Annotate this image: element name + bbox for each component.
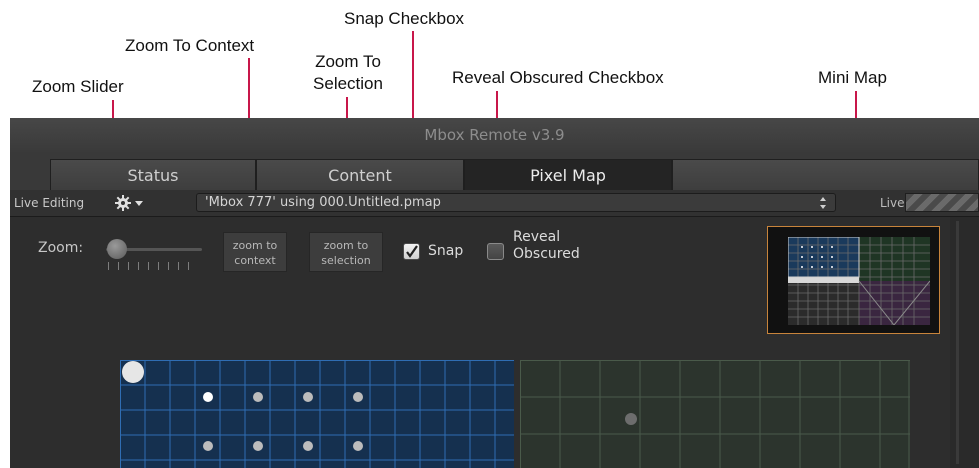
zoom-slider-thumb[interactable]	[107, 239, 127, 259]
callout-mini-map: Mini Map	[818, 68, 887, 87]
pixel-dot[interactable]	[253, 392, 263, 402]
callout-zoom-slider: Zoom Slider	[32, 77, 124, 96]
pixel-dot[interactable]	[203, 392, 213, 402]
pixel-dot[interactable]	[353, 441, 363, 451]
file-select-value: 'Mbox 777' using 000.Untitled.pmap	[205, 195, 441, 210]
pixel-dot[interactable]	[303, 441, 313, 451]
tab-content[interactable]: Content	[256, 159, 464, 190]
app-window: Mbox Remote v3.9 Status Content Pixel Ma…	[10, 118, 979, 468]
title-bar: Mbox Remote v3.9	[10, 118, 979, 152]
tab-status[interactable]: Status	[50, 159, 256, 190]
window-title: Mbox Remote v3.9	[424, 126, 565, 144]
zoom-to-context-line2: context	[234, 254, 276, 267]
live-toggle[interactable]	[905, 193, 979, 212]
unselected-fixture-grid[interactable]	[520, 360, 910, 468]
callout-reveal-obscured: Reveal Obscured Checkbox	[452, 68, 664, 87]
pixel-grid-area[interactable]	[120, 360, 910, 468]
origin-handle[interactable]	[122, 361, 144, 383]
toolbar: Live Editing 'Mbox 777' using 000.Untitl…	[10, 190, 979, 217]
tab-bar: Status Content Pixel Map	[10, 152, 979, 191]
pixel-dot[interactable]	[353, 392, 363, 402]
vertical-scrollbar[interactable]	[950, 217, 979, 468]
live-label: Live	[880, 196, 905, 210]
mini-map[interactable]	[767, 226, 940, 334]
snap-checkbox[interactable]	[403, 243, 420, 260]
zoom-to-selection-line2: selection	[321, 254, 371, 267]
pixel-dot[interactable]	[203, 441, 213, 451]
zoom-to-selection-button[interactable]: zoom to selection	[309, 232, 383, 272]
callout-snap-checkbox: Snap Checkbox	[344, 9, 465, 28]
callout-zoom-to-selection-line2: Selection	[313, 74, 383, 93]
callout-zoom-to-selection: Zoom To Selection	[302, 51, 394, 95]
pixel-dot[interactable]	[625, 413, 637, 425]
selected-fixture-grid[interactable]	[120, 360, 514, 468]
reveal-obscured-label: Reveal Obscured	[513, 229, 580, 263]
live-editing-label: Live Editing	[14, 196, 85, 210]
zoom-to-context-button[interactable]: zoom to context	[223, 232, 287, 272]
checkmark-icon	[406, 245, 418, 258]
reveal-obscured-line1: Reveal	[513, 229, 561, 245]
scrollbar-rail	[956, 221, 959, 464]
zoom-slider-ticks	[108, 262, 198, 270]
updown-arrows-icon	[819, 196, 827, 210]
snap-label: Snap	[428, 243, 464, 259]
pixel-map-file-select[interactable]: 'Mbox 777' using 000.Untitled.pmap	[196, 193, 836, 212]
reveal-obscured-checkbox[interactable]	[487, 243, 504, 260]
pixel-dot[interactable]	[303, 392, 313, 402]
zoom-to-context-line1: zoom to	[232, 239, 278, 252]
tab-empty	[672, 159, 979, 190]
callout-zoom-to-context: Zoom To Context	[125, 36, 255, 55]
tab-pixel-map[interactable]: Pixel Map	[464, 159, 672, 190]
gear-icon[interactable]	[113, 193, 147, 213]
pixel-map-canvas[interactable]: Zoom: zoom to context zoom to selection …	[10, 217, 979, 468]
mini-map-preview	[788, 237, 930, 325]
pixel-dot[interactable]	[253, 441, 263, 451]
zoom-to-selection-line1: zoom to	[323, 239, 369, 252]
zoom-label: Zoom:	[38, 240, 84, 256]
callout-zoom-to-selection-line1: Zoom To	[315, 52, 381, 71]
reveal-obscured-line2: Obscured	[513, 246, 580, 262]
